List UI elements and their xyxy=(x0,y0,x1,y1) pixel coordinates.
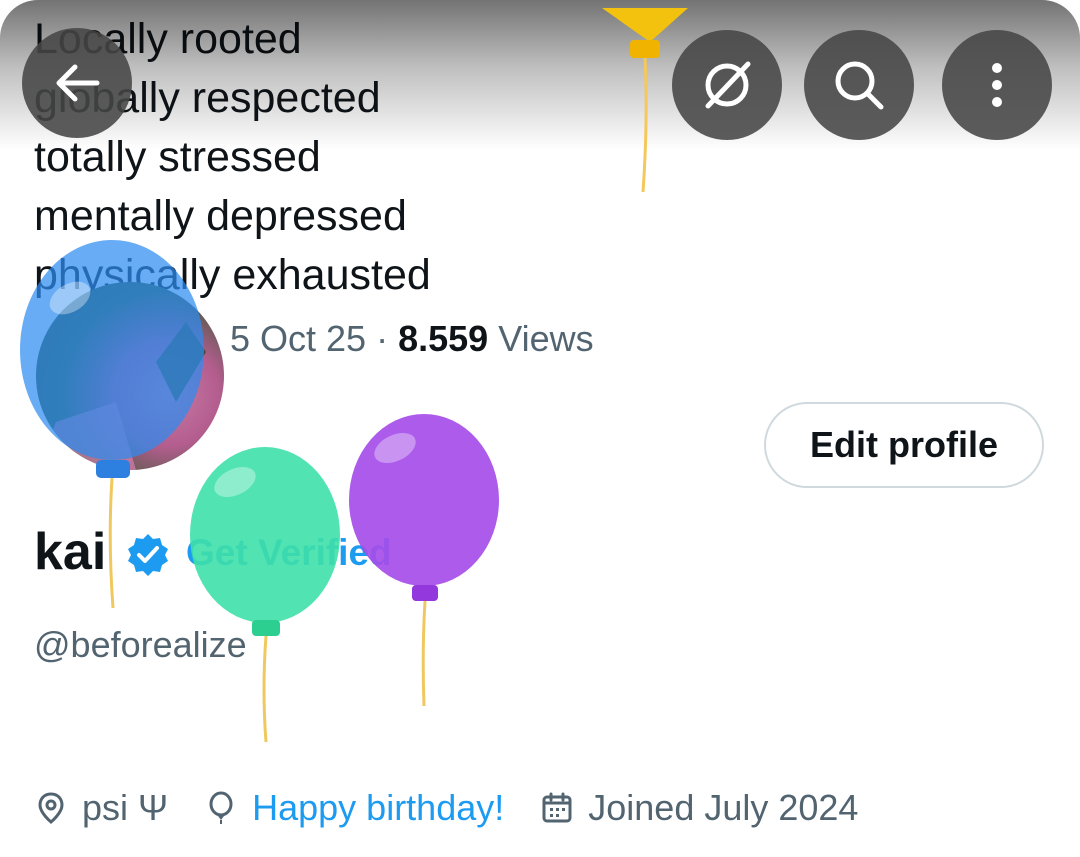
location-pin-icon xyxy=(38,792,64,824)
grok-icon xyxy=(705,61,751,109)
search-button[interactable] xyxy=(804,30,914,140)
birthday-link[interactable]: Happy birthday! xyxy=(252,787,504,829)
back-button[interactable] xyxy=(22,28,132,138)
views-label: Views xyxy=(498,318,594,359)
banner-line: totally stressed xyxy=(34,133,321,181)
arrow-left-icon xyxy=(56,64,100,102)
profile-name: kai xyxy=(34,523,107,581)
get-verified-link[interactable]: Get Verified xyxy=(186,532,392,574)
search-icon xyxy=(835,61,884,110)
edit-profile-button[interactable]: Edit profile xyxy=(764,402,1044,488)
balloon-green xyxy=(190,447,340,743)
verified-badge-icon[interactable] xyxy=(126,532,170,576)
profile-handle: @beforealize xyxy=(34,624,247,665)
calendar-icon xyxy=(542,792,572,823)
avatar[interactable] xyxy=(36,282,224,470)
banner-line: mentally depressed xyxy=(34,192,407,240)
joined-date: Joined July 2024 xyxy=(588,787,859,828)
grok-button[interactable] xyxy=(672,30,782,140)
profile-info-row: psi Ψ Happy birthday! Joined July 2024 xyxy=(34,780,858,836)
post-meta: 5 Oct 25 · 8.559 Views xyxy=(230,318,594,360)
location-text: psi Ψ xyxy=(82,787,169,828)
meta-separator: · xyxy=(376,318,389,359)
balloon-icon xyxy=(209,791,233,824)
views-count: 8.559 xyxy=(398,318,489,359)
more-vertical-icon xyxy=(992,63,1002,107)
post-date: 5 Oct 25 xyxy=(230,318,367,359)
more-button[interactable] xyxy=(942,30,1052,140)
